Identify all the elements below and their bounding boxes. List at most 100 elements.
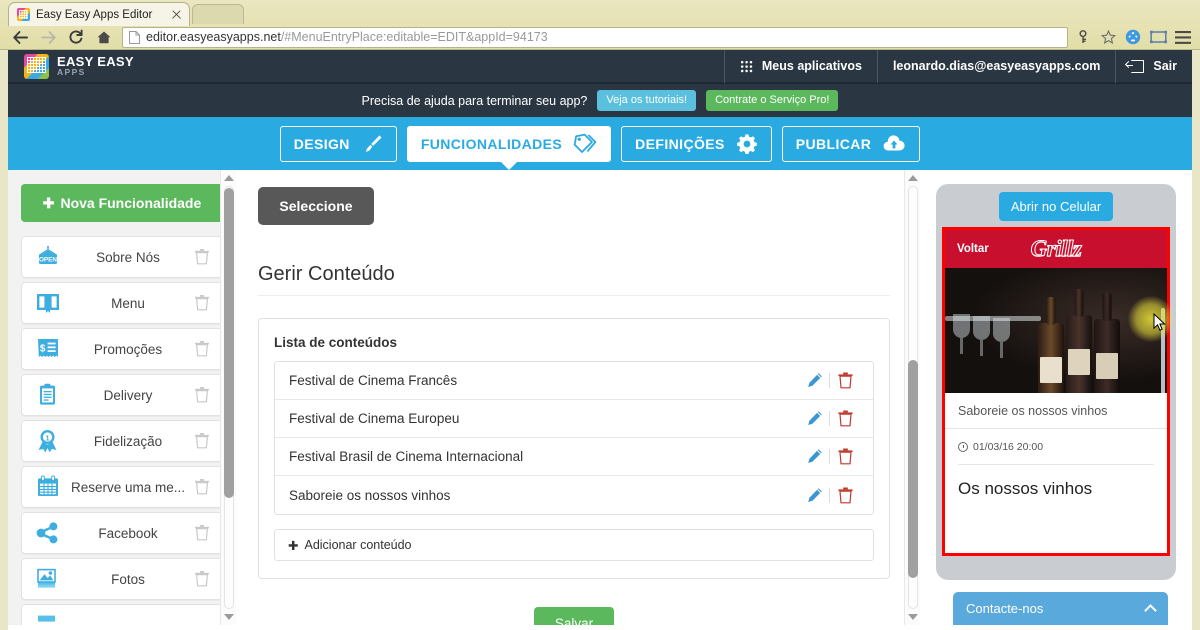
preview-scroll-indicator [1161, 308, 1165, 393]
scroll-down-icon[interactable] [905, 609, 920, 625]
features-sidebar: ✚ Nova Funcionalidade OPEN Sobre Nós [8, 170, 236, 625]
sidebar-item-label: Delivery [64, 388, 192, 403]
main-content: ✚ Nova Funcionalidade OPEN Sobre Nós [8, 170, 1192, 625]
sidebar-item-reserve-mesa[interactable]: Reserve uma me... [21, 466, 223, 508]
trash-icon[interactable] [192, 341, 212, 357]
browser-window: Easy Easy Apps Editor editor. [0, 0, 1200, 630]
pencil-icon[interactable] [799, 410, 829, 427]
trash-icon[interactable] [192, 525, 212, 541]
trash-icon[interactable] [830, 448, 860, 465]
save-button[interactable]: Salvar [534, 607, 614, 625]
sidebar-item-label: Promoções [64, 342, 192, 357]
address-path: /#MenuEntryPlace:editable=EDIT&appId=941… [281, 30, 548, 44]
tab-funcionalidades[interactable]: FUNCIONALIDADES [407, 126, 611, 162]
sidebar-scrollbar[interactable] [220, 170, 236, 625]
brand-logo[interactable]: EASY EASY APPS [8, 54, 724, 79]
trash-icon[interactable] [830, 487, 860, 504]
open-sign-icon: OPEN [32, 242, 64, 272]
row-label: Festival de Cinema Francês [289, 373, 799, 388]
wine-glass-icon [953, 314, 970, 354]
trash-icon[interactable] [192, 387, 212, 403]
page-viewport: EASY EASY APPS Meus aplicativos leonardo… [8, 50, 1192, 630]
phone-frame: Abrir no Celular Voltar Grillz [936, 184, 1176, 580]
table-row[interactable]: Festival de Cinema Francês [275, 362, 873, 400]
contact-us-button[interactable]: Contacte-nos [953, 592, 1168, 625]
extension-icon[interactable] [1124, 28, 1142, 46]
trash-icon[interactable] [192, 433, 212, 449]
sidebar-item-facebook[interactable]: Facebook [21, 512, 223, 554]
scroll-down-icon[interactable] [221, 609, 236, 625]
back-arrow-icon[interactable] [6, 25, 34, 49]
sidebar-item-sobre-nos[interactable]: OPEN Sobre Nós [21, 236, 223, 278]
content-scrollbar[interactable] [904, 170, 920, 625]
open-on-mobile-button[interactable]: Abrir no Celular [999, 192, 1113, 221]
cast-icon[interactable] [1149, 28, 1167, 46]
scroll-up-icon[interactable] [221, 170, 236, 186]
sidebar-item-label: Menu [64, 296, 192, 311]
my-apps-link[interactable]: Meus aplicativos [724, 50, 877, 83]
scroll-up-icon[interactable] [905, 170, 920, 186]
tab-definicoes[interactable]: DEFINIÇÕES [621, 126, 772, 162]
new-tab-button[interactable] [192, 4, 244, 24]
hamburger-menu-icon[interactable] [1174, 28, 1192, 46]
pencil-icon[interactable] [799, 372, 829, 389]
key-icon[interactable] [1074, 28, 1092, 46]
pro-service-button[interactable]: Contrate o Serviço Pro! [706, 90, 838, 111]
photos-icon [32, 564, 64, 594]
wine-glass-icon [993, 318, 1010, 358]
gear-icon [736, 133, 758, 155]
clipboard-icon [32, 380, 64, 410]
home-icon[interactable] [90, 25, 118, 49]
award-ribbon-icon: 1 [32, 426, 64, 456]
trash-icon[interactable] [830, 372, 860, 389]
add-content-button[interactable]: ✚ Adicionar conteúdo [274, 529, 874, 561]
trash-icon[interactable] [192, 479, 212, 495]
sidebar-item-partial[interactable] [21, 604, 223, 625]
scroll-thumb[interactable] [224, 188, 234, 498]
table-row[interactable]: Festival Brasil de Cinema Internacional [275, 438, 873, 476]
help-text: Precisa de ajuda para terminar seu app? [362, 94, 588, 108]
receipt-icon: $ [32, 334, 64, 364]
table-row[interactable]: Saboreie os nossos vinhos [275, 476, 873, 514]
content-list-panel: Lista de conteúdos Festival de Cinema Fr… [258, 318, 890, 579]
trash-icon[interactable] [192, 249, 212, 265]
preview-content-heading: Os nossos vinhos [945, 465, 1167, 509]
sidebar-item-fotos[interactable]: Fotos [21, 558, 223, 600]
new-feature-button[interactable]: ✚ Nova Funcionalidade [21, 184, 223, 222]
logout-button[interactable]: Sair [1115, 50, 1192, 83]
sidebar-item-fidelizacao[interactable]: 1 Fidelização [21, 420, 223, 462]
tab-funcionalidades-label: FUNCIONALIDADES [421, 136, 562, 152]
close-icon[interactable] [170, 8, 183, 21]
trash-icon[interactable] [192, 571, 212, 587]
easy-easy-apps-logo-icon [24, 54, 49, 79]
device-preview: Abrir no Celular Voltar Grillz [920, 170, 1192, 625]
sidebar-item-menu[interactable]: Menu [21, 282, 223, 324]
app-brand-title: Grillz [945, 236, 1167, 262]
pencil-icon[interactable] [799, 448, 829, 465]
trash-icon[interactable] [192, 295, 212, 311]
app-header-actions: Meus aplicativos leonardo.dias@easyeasya… [724, 50, 1192, 83]
reload-icon[interactable] [62, 25, 90, 49]
wine-glass-icon [973, 316, 990, 356]
table-row[interactable]: Festival de Cinema Europeu [275, 400, 873, 438]
brand-line-2: APPS [57, 68, 134, 77]
preview-content-title: Saboreie os nossos vinhos [945, 393, 1167, 429]
browser-tab[interactable]: Easy Easy Apps Editor [8, 2, 190, 26]
main-nav-tabs: DESIGN FUNCIONALIDADES DEFINIÇÕES PUBLIC… [8, 117, 1192, 170]
sidebar-item-label: Reserve uma me... [64, 480, 192, 495]
forward-arrow-icon[interactable] [34, 25, 62, 49]
star-icon[interactable] [1099, 28, 1117, 46]
pencil-icon[interactable] [799, 487, 829, 504]
address-bar[interactable]: editor.easyeasyapps.net/#MenuEntryPlace:… [122, 27, 1068, 48]
select-button[interactable]: Seleccione [258, 187, 374, 225]
user-account[interactable]: leonardo.dias@easyeasyapps.com [877, 50, 1115, 83]
tab-design[interactable]: DESIGN [280, 126, 397, 162]
sidebar-item-promocoes[interactable]: $ Promoções [21, 328, 223, 370]
trash-icon[interactable] [830, 410, 860, 427]
content-list: Festival de Cinema Francês Festival de C… [274, 361, 874, 515]
scroll-thumb[interactable] [908, 360, 918, 578]
tab-publicar[interactable]: PUBLICAR [782, 126, 921, 162]
tutorials-button[interactable]: Veja os tutoriais! [597, 90, 696, 111]
sidebar-item-delivery[interactable]: Delivery [21, 374, 223, 416]
favicon-icon [17, 8, 30, 21]
